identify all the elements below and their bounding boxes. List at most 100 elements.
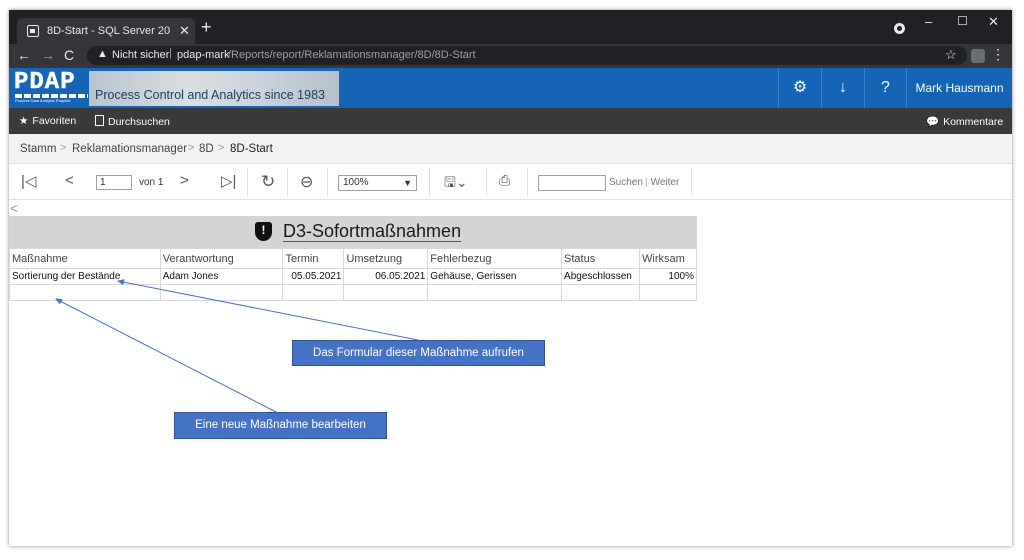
favorites-label: Favoriten: [32, 115, 77, 127]
toolbar-divider: [691, 168, 692, 196]
chevron-right-icon: >: [60, 142, 67, 154]
pdap-logo[interactable]: PDAP Process Data Analysis Projekte: [14, 69, 89, 104]
breadcrumb-reklamationsmanager[interactable]: Reklamationsmanager: [72, 143, 187, 155]
browser-menu-icon[interactable]: ⋮: [991, 46, 1005, 63]
column-header: Wirksam: [639, 248, 697, 269]
table-cell: 05.05.2021: [282, 268, 345, 285]
table-cell: [282, 284, 345, 301]
page-number-input[interactable]: 1: [96, 175, 132, 190]
new-tab-button[interactable]: +: [201, 18, 212, 36]
table-row: Sortierung der Bestände Adam Jones 05.05…: [9, 268, 697, 285]
page-total-label: von 1: [139, 177, 164, 188]
extension-icon[interactable]: [971, 49, 985, 63]
table-cell: 100%: [639, 268, 697, 285]
new-measure-row[interactable]: [9, 284, 697, 301]
url-path: /Reports/report/Reklamationsmanager/8D/8…: [228, 49, 476, 61]
url-separator: |: [169, 47, 172, 59]
new-measure-cell[interactable]: [9, 284, 161, 301]
toolbar-divider: [429, 168, 430, 196]
table-header-row: Maßnahme Verantwortung Termin Umsetzung …: [9, 248, 697, 269]
table-cell: [427, 284, 563, 301]
breadcrumb-home[interactable]: Stamm: [20, 143, 56, 155]
zoom-value: 100%: [343, 177, 369, 188]
close-window-icon[interactable]: ✕: [988, 14, 999, 30]
settings-button[interactable]: ⚙: [778, 68, 821, 108]
table-cell: [343, 284, 429, 301]
report-title-bar: ! D3-Sofortmaßnahmen: [9, 216, 697, 248]
toolbar-divider: [486, 168, 487, 196]
reload-icon[interactable]: C: [64, 47, 74, 63]
chevron-right-icon: >: [218, 142, 225, 154]
print-icon[interactable]: ⎙: [499, 172, 510, 189]
gear-icon: ⚙: [792, 79, 808, 96]
column-header: Status: [561, 248, 640, 269]
maximize-icon[interactable]: ☐: [957, 14, 968, 28]
address-bar: ← → C ▲ Nicht sicher | pdap-mark /Report…: [9, 44, 1012, 68]
save-export-icon[interactable]: 🖫⌄: [444, 172, 468, 196]
chevron-right-icon: >: [188, 142, 195, 154]
table-cell: Gehäuse, Gerissen: [427, 268, 563, 285]
back-to-parent-icon[interactable]: ⊖: [300, 172, 313, 192]
logo-tagline: Process Data Analysis Projekte: [15, 98, 71, 103]
previous-page-icon[interactable]: <: [65, 172, 74, 189]
search-link[interactable]: Suchen: [609, 177, 643, 188]
browser-titlebar: 8D-Start - SQL Server 2019 Repo ✕ + – ☐ …: [9, 10, 1012, 44]
star-icon: ★: [19, 115, 29, 127]
back-icon[interactable]: ←: [17, 47, 31, 63]
table-cell: [159, 284, 284, 301]
search-input[interactable]: [538, 175, 606, 191]
breadcrumb-current: 8D-Start: [230, 143, 273, 155]
minimize-icon[interactable]: –: [925, 14, 932, 29]
breadcrumb-8d[interactable]: 8D: [199, 143, 214, 155]
tab-title: 8D-Start - SQL Server 2019 Repo: [47, 25, 171, 37]
favorites-bar: ★ Favoriten Durchsuchen 💬 Kommentare: [9, 108, 1012, 134]
zoom-select[interactable]: 100% ▼: [338, 175, 417, 191]
column-header: Verantwortung: [159, 248, 284, 269]
toolbar-divider: [247, 168, 248, 196]
column-header: Umsetzung: [343, 248, 429, 269]
header-banner: Process Control and Analytics since 1983: [89, 71, 339, 106]
refresh-icon[interactable]: ↻: [261, 172, 275, 192]
profile-icon[interactable]: [894, 23, 905, 34]
table-cell: 06.05.2021: [343, 268, 429, 285]
measure-link[interactable]: Sortierung der Bestände: [9, 268, 161, 285]
next-page-icon[interactable]: >: [180, 172, 189, 189]
column-header: Termin: [282, 248, 345, 269]
comment-icon: 💬: [926, 116, 940, 128]
help-button[interactable]: ?: [864, 68, 906, 108]
url-field[interactable]: ▲ Nicht sicher | pdap-mark /Reports/repo…: [87, 46, 967, 65]
first-page-icon[interactable]: |◁: [21, 172, 36, 190]
toolbar-divider: [287, 168, 288, 196]
report-title[interactable]: D3-Sofortmaßnahmen: [283, 221, 461, 242]
document-icon: [95, 115, 104, 126]
browse-button[interactable]: Durchsuchen: [95, 115, 170, 128]
shield-warning-icon: !: [255, 222, 272, 241]
dropdown-arrow-icon: ▼: [403, 178, 412, 188]
toolbar-divider: [527, 168, 528, 196]
table-cell: Adam Jones: [159, 268, 284, 285]
breadcrumb: Stamm > Reklamationsmanager > 8D > 8D-St…: [9, 134, 1012, 164]
comments-label: Kommentare: [943, 116, 1004, 128]
favorites-button[interactable]: ★ Favoriten: [19, 115, 76, 127]
close-tab-icon[interactable]: ✕: [179, 23, 190, 39]
browser-window: 8D-Start - SQL Server 2019 Repo ✕ + – ☐ …: [9, 10, 1012, 546]
report-favicon-icon: [27, 25, 39, 37]
column-header: Fehlerbezug: [427, 248, 563, 269]
toolbar-divider: [327, 168, 328, 196]
report-toolbar: |◁ < 1 von 1 > ▷| ↻ ⊖ 100% ▼ 🖫⌄ ⎙ Suchen…: [9, 164, 1012, 200]
forward-icon[interactable]: →: [41, 47, 55, 63]
bookmark-star-icon[interactable]: ☆: [945, 47, 957, 63]
user-menu-button[interactable]: Mark Hausmann: [906, 68, 1012, 108]
download-button[interactable]: ↓: [821, 68, 864, 108]
measures-table: Maßnahme Verantwortung Termin Umsetzung …: [9, 248, 697, 301]
last-page-icon[interactable]: ▷|: [221, 172, 236, 190]
callout-edit-new: Eine neue Maßnahme bearbeiten: [174, 412, 387, 439]
callout-open-form: Das Formular dieser Maßnahme aufrufen: [292, 340, 545, 366]
collapse-chevron-icon[interactable]: <: [10, 200, 18, 216]
next-link[interactable]: Weiter: [645, 177, 680, 188]
browser-tab[interactable]: 8D-Start - SQL Server 2019 Repo ✕: [17, 18, 195, 44]
warning-icon: ▲: [97, 48, 108, 60]
comments-button[interactable]: 💬 Kommentare: [926, 115, 1003, 128]
help-icon: ?: [881, 79, 890, 96]
table-cell: Abgeschlossen: [561, 268, 640, 285]
